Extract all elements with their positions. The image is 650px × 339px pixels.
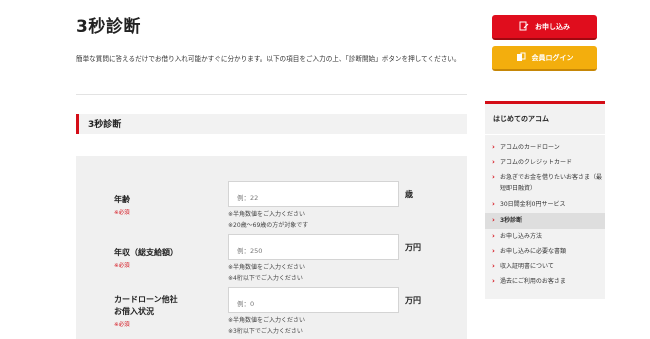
chevron-right-icon: › [492,277,495,285]
login-button[interactable]: 会員ログイン [492,46,597,71]
chevron-right-icon: › [492,216,495,224]
sidebar-item-documents[interactable]: › お申し込みに必要な書類 [485,245,605,260]
age-required-mark: ※必須 [114,210,130,216]
other-loans-note-1: ※半角数値をご入力ください [228,317,306,324]
income-required-mark: ※必須 [114,263,130,269]
sidebar-list: › アコムのカードローン › アコムのクレジットカード › お急ぎでお金を借りたいお客… [485,142,605,290]
chevron-right-icon: › [492,232,495,240]
apply-icon [519,21,529,33]
other-loans-note-2: ※3桁以下でご入力ください [228,328,303,335]
sidebar-title: はじめてのアコム [493,115,549,123]
section-heading: 3秒診断 [76,114,467,134]
sidebar-item-credit-card[interactable]: › アコムのクレジットカード [485,157,605,172]
sidebar-item-urgent[interactable]: › お急ぎでお金を借りたいお客さま（最短即日融資） [485,172,605,199]
age-label: 年齢 [114,195,130,204]
chevron-right-icon: › [492,262,495,270]
page-title: 3秒診断 [76,17,141,37]
intro-text: 簡単な質問に答えるだけでお借り入れ可能かすぐに分かります。以下の項目をご入力の上… [76,55,461,63]
chevron-right-icon: › [492,158,495,166]
age-note-1: ※半角数値をご入力ください [228,211,306,218]
age-input[interactable] [228,181,399,207]
chevron-right-icon: › [492,247,495,255]
other-loans-input[interactable] [228,287,399,313]
age-note-2: ※20歳～69歳の方が対象です [228,222,309,229]
income-unit: 万円 [405,243,421,252]
apply-button-label: お申し込み [535,22,570,31]
income-input[interactable] [228,234,399,260]
income-label: 年収（総支給額） [114,248,178,257]
sidebar-item-card-loan[interactable]: › アコムのカードローン [485,142,605,157]
sidebar-divider [485,134,605,135]
chevron-right-icon: › [492,200,495,208]
other-loans-required-mark: ※必須 [114,322,130,328]
section-heading-text: 3秒診断 [88,120,122,130]
divider [76,94,467,95]
sidebar-item-application-method[interactable]: › お申し込み方法 [485,229,605,245]
sidebar-item-3sec-diagnosis[interactable]: › 3秒診断 [485,213,605,229]
other-loans-unit: 万円 [405,296,421,305]
sidebar-item-past-customers[interactable]: › 過去にご利用のお客さま [485,275,605,290]
income-note-1: ※半角数値をご入力ください [228,264,306,271]
chevron-right-icon: › [492,173,495,181]
other-loans-label-line1: カードローン他社 [114,295,178,304]
main-content: 3秒診断 簡単な質問に答えるだけでお借り入れ可能かすぐに分かります。以下の項目を… [0,0,480,339]
income-note-2: ※4桁以下でご入力ください [228,275,303,282]
other-loans-label-line2: お借入状況 [114,307,154,316]
sidebar-item-zero-interest[interactable]: › 30日間金利0円サービス [485,199,605,213]
login-button-label: 会員ログイン [531,53,574,62]
member-card-icon [516,52,526,64]
sidebar-item-income-proof[interactable]: › 収入証明書について [485,260,605,275]
age-unit: 歳 [405,190,413,199]
apply-button[interactable]: お申し込み [492,15,597,40]
chevron-right-icon: › [492,143,495,151]
